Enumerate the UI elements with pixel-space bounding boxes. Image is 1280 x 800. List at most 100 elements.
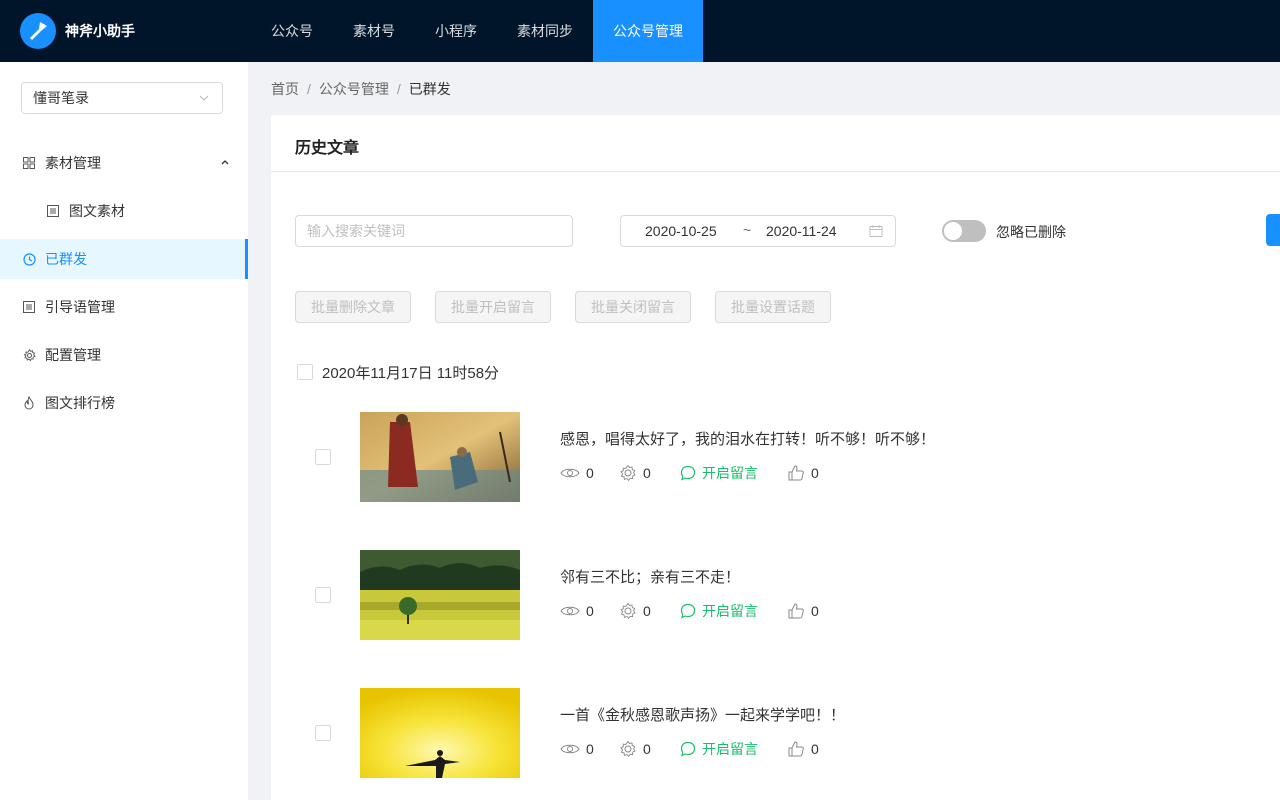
sidebar-item-label: 引导语管理 xyxy=(45,299,115,315)
shares-stat: 0 xyxy=(619,602,651,620)
comment-toggle[interactable]: 开启留言 xyxy=(680,740,758,758)
sidebar-item-label: 素材管理 xyxy=(45,155,101,171)
batch-delete-button[interactable]: 批量删除文章 xyxy=(295,291,411,323)
chevron-down-icon xyxy=(199,95,209,101)
group-date: 2020年11月17日 11时58分 xyxy=(322,365,500,382)
breadcrumb-current: 已群发 xyxy=(408,81,451,97)
article-title[interactable]: 邻有三不比；亲有三不走！ xyxy=(560,566,740,587)
toggle-knob xyxy=(944,222,962,240)
search-button[interactable] xyxy=(1266,214,1280,246)
likes-stat: 0 xyxy=(787,464,819,482)
clock-icon xyxy=(22,252,36,266)
comment-toggle[interactable]: 开启留言 xyxy=(680,602,758,620)
chevron-up-icon xyxy=(221,160,229,165)
breadcrumb: 首页 / 公众号管理 / 已群发 xyxy=(271,80,451,98)
nav-item-official-accounts[interactable]: 公众号 xyxy=(256,0,328,62)
nav-item-account-management[interactable]: 公众号管理 xyxy=(593,0,703,62)
search-input[interactable] xyxy=(295,215,573,247)
document-icon xyxy=(22,300,36,314)
thumbs-up-icon xyxy=(788,465,804,481)
history-articles-card: 历史文章 2020-10-25 ~ 2020-11-24 忽略已删除 批量删除文… xyxy=(271,115,1280,800)
axe-logo-icon xyxy=(20,13,56,49)
likes-count: 0 xyxy=(811,465,819,481)
likes-count: 0 xyxy=(811,603,819,619)
shares-count: 0 xyxy=(643,741,651,757)
date-range-picker[interactable]: 2020-10-25 ~ 2020-11-24 xyxy=(620,215,896,247)
views-count: 0 xyxy=(586,741,594,757)
comment-icon xyxy=(680,465,696,481)
document-icon xyxy=(46,204,60,218)
eye-icon xyxy=(560,744,580,754)
breadcrumb-account-management[interactable]: 公众号管理 xyxy=(319,79,389,99)
sidebar-item-ranking[interactable]: 图文排行榜 xyxy=(0,383,248,423)
comment-icon xyxy=(680,603,696,619)
thumbs-up-icon xyxy=(788,603,804,619)
ignore-deleted-toggle[interactable] xyxy=(942,220,986,242)
app-logo[interactable]: 神斧小助手 xyxy=(20,12,135,50)
shares-stat: 0 xyxy=(619,464,651,482)
card-header: 历史文章 xyxy=(271,115,1280,172)
nav-item-material-sync[interactable]: 素材同步 xyxy=(502,0,588,62)
article-checkbox[interactable] xyxy=(315,725,331,741)
likes-stat: 0 xyxy=(787,740,819,758)
ignore-deleted-label: 忽略已删除 xyxy=(996,224,1066,240)
thumbs-up-icon xyxy=(788,741,804,757)
sidebar-item-guide-text[interactable]: 引导语管理 xyxy=(0,287,248,327)
comment-label: 开启留言 xyxy=(702,465,758,481)
shares-stat: 0 xyxy=(619,740,651,758)
shares-count: 0 xyxy=(643,465,651,481)
app-title: 神斧小助手 xyxy=(65,23,135,39)
article-title[interactable]: 感恩，唱得太好了，我的泪水在打转！听不够！听不够！ xyxy=(560,428,935,449)
sidebar-item-sent[interactable]: 已群发 xyxy=(0,239,248,279)
likes-count: 0 xyxy=(811,741,819,757)
sidebar-item-article-materials[interactable]: 图文素材 xyxy=(0,191,248,231)
article-checkbox[interactable] xyxy=(315,449,331,465)
shares-count: 0 xyxy=(643,603,651,619)
article-checkbox[interactable] xyxy=(315,587,331,603)
gear-icon xyxy=(22,348,36,362)
breadcrumb-home[interactable]: 首页 xyxy=(271,79,299,99)
group-select-checkbox[interactable] xyxy=(297,364,313,380)
eye-icon xyxy=(560,606,580,616)
article-row: 感恩，唱得太好了，我的泪水在打转！听不够！听不够！ 0 0 开启留言 0 xyxy=(271,412,1280,502)
sidebar-item-label: 图文排行榜 xyxy=(45,395,115,411)
article-row: 一首《金秋感恩歌声扬》一起来学学吧！！ 0 0 开启留言 0 xyxy=(271,688,1280,778)
batch-disable-comments-button[interactable]: 批量关闭留言 xyxy=(575,291,691,323)
grid-icon xyxy=(22,156,36,170)
account-select[interactable]: 懂哥笔录 xyxy=(21,82,223,114)
article-title[interactable]: 一首《金秋感恩歌声扬》一起来学学吧！！ xyxy=(560,704,845,725)
sidebar-item-label: 配置管理 xyxy=(45,347,101,363)
top-navbar: 神斧小助手 公众号 素材号 小程序 素材同步 公众号管理 xyxy=(0,0,1280,62)
views-stat: 0 xyxy=(560,740,594,758)
likes-stat: 0 xyxy=(787,602,819,620)
nav-item-material-accounts[interactable]: 素材号 xyxy=(338,0,410,62)
nav-item-mini-programs[interactable]: 小程序 xyxy=(420,0,492,62)
batch-set-topic-button[interactable]: 批量设置话题 xyxy=(715,291,831,323)
views-count: 0 xyxy=(586,465,594,481)
sidebar: 懂哥笔录 素材管理 图文素材 已群发 引导语管理 配置管理 图文排行榜 xyxy=(0,62,248,800)
share-gear-icon xyxy=(620,740,636,758)
breadcrumb-separator: / xyxy=(396,81,401,97)
card-title: 历史文章 xyxy=(295,140,360,157)
sidebar-item-material-management[interactable]: 素材管理 xyxy=(0,143,248,183)
date-range-separator: ~ xyxy=(743,222,752,238)
comment-toggle[interactable]: 开启留言 xyxy=(680,464,758,482)
eye-icon xyxy=(560,468,580,478)
date-end[interactable]: 2020-11-24 xyxy=(766,223,837,239)
sidebar-item-settings[interactable]: 配置管理 xyxy=(0,335,248,375)
flame-icon xyxy=(22,396,36,410)
views-stat: 0 xyxy=(560,602,594,620)
views-count: 0 xyxy=(586,603,594,619)
article-thumbnail[interactable] xyxy=(360,412,520,502)
article-thumbnail[interactable] xyxy=(360,550,520,640)
share-gear-icon xyxy=(620,602,636,620)
calendar-icon xyxy=(869,225,883,237)
comment-label: 开启留言 xyxy=(702,741,758,757)
account-select-value: 懂哥笔录 xyxy=(33,90,89,106)
batch-enable-comments-button[interactable]: 批量开启留言 xyxy=(435,291,551,323)
article-row: 邻有三不比；亲有三不走！ 0 0 开启留言 0 xyxy=(271,550,1280,640)
date-start[interactable]: 2020-10-25 xyxy=(645,223,717,239)
breadcrumb-separator: / xyxy=(307,81,311,97)
article-thumbnail[interactable] xyxy=(360,688,520,778)
share-gear-icon xyxy=(620,464,636,482)
